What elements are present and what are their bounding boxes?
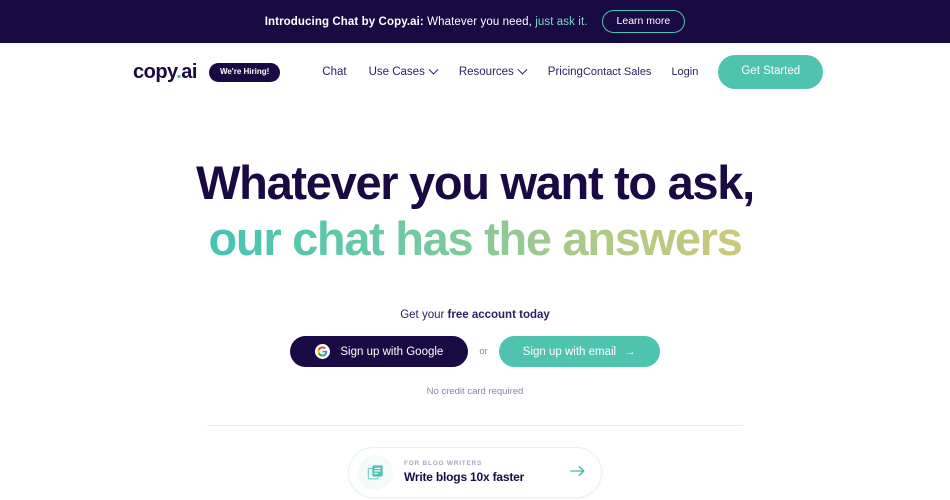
main-navigation: copy.ai We're Hiring! Chat Use Cases Res… bbox=[0, 43, 950, 101]
chevron-down-icon bbox=[428, 64, 439, 75]
announcement-text: Introducing Chat by Copy.ai: Whatever yo… bbox=[265, 16, 588, 28]
nav-links: Chat Use Cases Resources Pricing bbox=[322, 64, 583, 78]
signup-prompt-prefix: Get your bbox=[400, 309, 448, 321]
nav-item-pricing-label: Pricing bbox=[547, 66, 583, 78]
learn-more-button[interactable]: Learn more bbox=[601, 9, 686, 34]
google-icon bbox=[315, 344, 331, 359]
signup-prompt-strong: free account today bbox=[447, 309, 550, 321]
arrow-right-icon bbox=[570, 464, 585, 482]
card-text-group: FOR BLOG WRITERS Write blogs 10x faster bbox=[404, 459, 570, 485]
nav-brand-group: copy.ai We're Hiring! bbox=[133, 62, 281, 82]
nav-item-resources-label: Resources bbox=[458, 66, 514, 78]
arrow-right-icon: → bbox=[624, 345, 636, 358]
nav-item-chat[interactable]: Chat bbox=[322, 66, 346, 78]
login-link[interactable]: Login bbox=[671, 66, 698, 78]
use-case-card-blog-writers[interactable]: FOR BLOG WRITERS Write blogs 10x faster bbox=[348, 447, 602, 498]
signup-buttons-row: Sign up with Google or Sign up with emai… bbox=[0, 336, 950, 367]
documents-icon bbox=[358, 455, 393, 490]
signup-email-button[interactable]: Sign up with email → bbox=[498, 336, 660, 367]
signup-email-label: Sign up with email bbox=[522, 345, 617, 358]
announcement-banner: Introducing Chat by Copy.ai: Whatever yo… bbox=[0, 0, 950, 43]
signup-prompt: Get your free account today bbox=[0, 309, 950, 321]
no-credit-card-note: No credit card required bbox=[426, 386, 524, 397]
hero-headline-line2: our chat has the answers bbox=[208, 212, 743, 265]
use-case-cards: FOR BLOG WRITERS Write blogs 10x faster … bbox=[348, 447, 602, 500]
chevron-down-icon bbox=[517, 64, 528, 75]
nav-item-pricing[interactable]: Pricing bbox=[548, 66, 583, 78]
card-title: Write blogs 10x faster bbox=[404, 470, 525, 485]
contact-sales-link[interactable]: Contact Sales bbox=[583, 66, 651, 78]
announcement-normal: Whatever you need, bbox=[423, 15, 532, 28]
logo-main: copy bbox=[133, 61, 177, 83]
hero-headline-line1: Whatever you want to ask, bbox=[196, 156, 755, 209]
hiring-badge[interactable]: We're Hiring! bbox=[208, 62, 281, 82]
hero-section: Whatever you want to ask, our chat has t… bbox=[0, 101, 950, 397]
logo-suffix: ai bbox=[181, 61, 197, 83]
signup-google-label: Sign up with Google bbox=[340, 345, 444, 358]
card-eyebrow: FOR BLOG WRITERS bbox=[404, 459, 483, 467]
copyai-logo[interactable]: copy.ai bbox=[133, 62, 197, 82]
announcement-accent: just ask it. bbox=[531, 15, 588, 28]
nav-item-use-cases-label: Use Cases bbox=[368, 66, 425, 78]
or-separator: or bbox=[479, 346, 488, 357]
announcement-strong: Introducing Chat by Copy.ai: bbox=[264, 15, 424, 28]
section-divider bbox=[207, 425, 743, 426]
signup-google-button[interactable]: Sign up with Google bbox=[290, 336, 469, 367]
nav-item-chat-label: Chat bbox=[322, 66, 347, 78]
nav-actions: Contact Sales Login Get Started bbox=[583, 55, 824, 89]
get-started-button[interactable]: Get Started bbox=[718, 55, 824, 89]
nav-item-resources[interactable]: Resources bbox=[458, 64, 528, 78]
nav-item-use-cases[interactable]: Use Cases bbox=[368, 64, 439, 78]
